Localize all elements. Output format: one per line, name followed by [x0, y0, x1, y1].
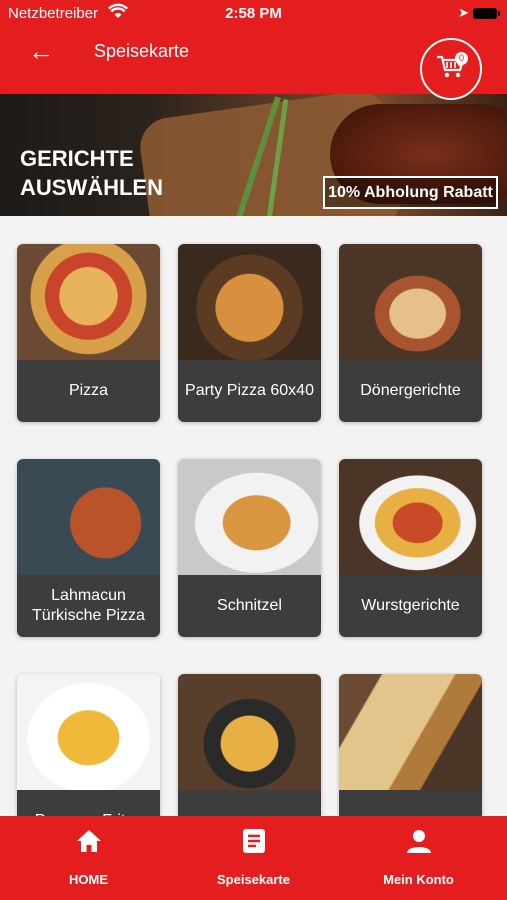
location-icon: ➤ — [458, 5, 469, 20]
pizza-image — [17, 244, 160, 360]
category-grid: Pizza Party Pizza 60x40 Dönergerichte La… — [0, 216, 507, 852]
nav-menu[interactable]: Speisekarte — [169, 816, 338, 900]
nav-home-label: HOME — [69, 872, 108, 887]
party-pizza-image — [178, 244, 321, 360]
bottom-navigation: HOME Speisekarte Mein Konto — [0, 816, 507, 900]
pommes-image — [17, 674, 160, 790]
nav-home[interactable]: HOME — [4, 816, 173, 900]
nav-account[interactable]: Mein Konto — [334, 816, 503, 900]
category-label: Dönergerichte — [339, 360, 482, 422]
home-icon — [4, 828, 173, 858]
cart-count-badge: 0 — [455, 52, 468, 65]
clock: 2:58 PM — [225, 5, 282, 22]
menu-list-icon — [169, 828, 338, 858]
category-label: Wurstgerichte — [339, 575, 482, 637]
page-title: Speisekarte — [94, 41, 190, 61]
back-arrow-icon[interactable]: ← — [28, 38, 54, 64]
category-card-party-pizza[interactable]: Party Pizza 60x40 — [178, 244, 321, 422]
category-card-wurst[interactable]: Wurstgerichte — [339, 459, 482, 637]
schnitzel-image — [178, 459, 321, 575]
banner-title-line1: GERICHTE — [20, 146, 134, 171]
person-icon — [334, 828, 503, 858]
category-label: Pizza — [17, 360, 160, 422]
category-card-lahmacun[interactable]: Lahmacun Türkische Pizza — [17, 459, 160, 637]
food-image — [178, 674, 321, 790]
wurst-image — [339, 459, 482, 575]
banner-title: GERICHTE AUSWÄHLEN — [20, 144, 163, 202]
category-card-schnitzel[interactable]: Schnitzel — [178, 459, 321, 637]
pide-image — [339, 674, 482, 790]
category-label: Party Pizza 60x40 — [178, 360, 321, 422]
status-bar: Netzbetreiber 2:58 PM ➤ — [0, 0, 507, 28]
nav-menu-label: Speisekarte — [217, 872, 290, 887]
category-label: Schnitzel — [178, 575, 321, 637]
battery-icon — [473, 8, 500, 19]
category-card-pizza[interactable]: Pizza — [17, 244, 160, 422]
banner-title-line2: AUSWÄHLEN — [20, 175, 163, 200]
category-card-doener[interactable]: Dönergerichte — [339, 244, 482, 422]
lahmacun-image — [17, 459, 160, 575]
doener-image — [339, 244, 482, 360]
nav-account-label: Mein Konto — [383, 872, 454, 887]
category-label: Lahmacun Türkische Pizza — [17, 575, 160, 637]
cart-button[interactable]: 0 — [420, 38, 482, 100]
promo-badge: 10% Abholung Rabatt — [323, 176, 498, 209]
